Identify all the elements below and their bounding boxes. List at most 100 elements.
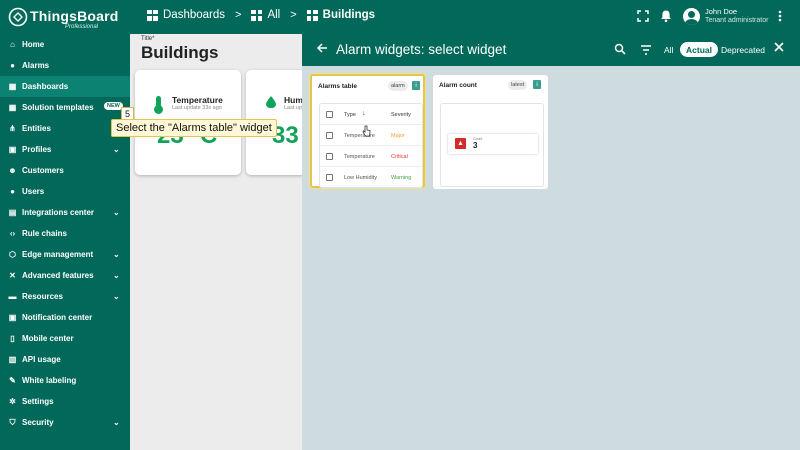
sidebar-item-label: Rule chains xyxy=(22,229,67,238)
sidebar-item-edge-management[interactable]: ⬡ Edge management ⌄ xyxy=(0,244,130,265)
breadcrumb-separator: > xyxy=(290,9,297,21)
dashboard-title[interactable]: Buildings xyxy=(141,43,218,63)
title-field-label: Title* xyxy=(141,36,155,42)
sidebar-item-mobile-center[interactable]: ▯ Mobile center xyxy=(0,328,130,349)
info-icon[interactable]: i xyxy=(533,80,541,89)
sidebar-item-label: Customers xyxy=(22,166,64,175)
filter-icon[interactable] xyxy=(640,44,652,56)
sidebar-item-profiles[interactable]: ▣ Profiles ⌄ xyxy=(0,139,130,160)
sidebar-item-home[interactable]: ⌂ Home xyxy=(0,34,130,55)
breadcrumb-item-buildings: Buildings xyxy=(306,9,376,21)
sidebar-item-label: Mobile center xyxy=(22,334,74,343)
chevron-down-icon: ⌄ xyxy=(113,145,120,154)
top-bar: ThingsBoard Professional Dashboards > Al… xyxy=(0,0,800,34)
sidebar-item-users[interactable]: ● Users xyxy=(0,181,130,202)
breadcrumb-label: All xyxy=(267,9,281,21)
search-icon[interactable] xyxy=(614,43,626,55)
more-vert-icon[interactable] xyxy=(773,9,787,23)
api-icon: ▥ xyxy=(8,355,17,364)
chevron-down-icon: ⌄ xyxy=(113,208,120,217)
sidebar-item-label: Security xyxy=(22,418,54,427)
table-row: Temperature Critical xyxy=(320,146,422,167)
sidebar-item-resources[interactable]: ▬ Resources ⌄ xyxy=(0,286,130,307)
sidebar-item-label: Home xyxy=(22,40,45,49)
alarm-count-preview: ▲ Count 3 xyxy=(440,103,544,187)
sidebar-item-settings[interactable]: ✲ Settings xyxy=(0,391,130,412)
sidebar-item-label: Advanced features xyxy=(22,271,94,280)
sidebar-item-notification-center[interactable]: ▣ Notification center xyxy=(0,307,130,328)
sidebar-item-solution-templates[interactable]: ▦ Solution templates NEW xyxy=(0,97,130,118)
widget-subtitle: Last update 33s ago xyxy=(172,105,222,111)
widget-option-title: Alarms table xyxy=(318,83,358,90)
close-icon[interactable] xyxy=(773,41,785,53)
row-checkbox xyxy=(326,132,333,139)
code-icon: ‹› xyxy=(9,229,16,238)
select-widget-panel: Alarm widgets: select widget All Actual … xyxy=(302,34,800,450)
column-header-type: Type xyxy=(344,112,356,118)
alarm-count-tile: ▲ Count 3 xyxy=(448,134,538,154)
notification-icon: ▣ xyxy=(8,313,17,322)
widget-subtitle: Last up xyxy=(284,105,303,111)
breadcrumb-item-all[interactable]: All xyxy=(251,9,280,21)
table-header-row: Type ↓ Severity xyxy=(320,104,422,125)
brand-edition: Professional xyxy=(65,24,99,30)
thingsboard-logo-icon xyxy=(8,7,28,27)
column-header-severity: Severity xyxy=(391,112,411,118)
shield-icon: ⛉ xyxy=(9,417,16,427)
sidebar-item-alarms[interactable]: ● Alarms xyxy=(0,55,130,76)
sidebar-item-label: White labeling xyxy=(22,376,77,385)
widget-title: Temperature xyxy=(172,95,223,105)
hand-pointer-cursor-icon xyxy=(362,125,371,137)
widget-title: Hum xyxy=(284,95,303,105)
alarm-type: Low Humidity xyxy=(344,175,378,181)
chevron-down-icon: ⌄ xyxy=(113,250,120,259)
water-drop-icon xyxy=(266,96,276,109)
sidebar-item-label: Settings xyxy=(22,397,54,406)
sidebar-item-white-labeling[interactable]: ✎ White labeling xyxy=(0,370,130,391)
notifications-bell-icon[interactable] xyxy=(659,9,673,23)
breadcrumb-item-dashboards[interactable]: Dashboards xyxy=(147,9,225,21)
info-icon[interactable]: i xyxy=(412,81,420,90)
sidebar-item-rule-chains[interactable]: ‹› Rule chains xyxy=(0,223,130,244)
grid-icon xyxy=(306,9,318,21)
profiles-icon: ▣ xyxy=(8,145,17,154)
brand-name: ThingsBoard xyxy=(30,8,119,24)
sidebar-item-integrations-center[interactable]: ▤ Integrations center ⌄ xyxy=(0,202,130,223)
alarm-severity: Major xyxy=(391,133,405,139)
filter-all-chip[interactable]: All xyxy=(664,45,673,55)
sidebar-item-label: Entities xyxy=(22,124,51,133)
fullscreen-icon[interactable] xyxy=(636,9,650,23)
brand-logo[interactable]: ThingsBoard Professional xyxy=(8,6,128,30)
chevron-down-icon: ⌄ xyxy=(113,292,120,301)
sidebar-item-security[interactable]: ⛉ Security ⌄ xyxy=(0,412,130,433)
user-avatar[interactable] xyxy=(683,8,700,25)
filter-deprecated-chip[interactable]: Deprecated xyxy=(721,45,765,55)
chevron-down-icon: ⌄ xyxy=(113,418,120,427)
table-row: Low Humidity Warning xyxy=(320,167,422,188)
sidebar-item-label: Profiles xyxy=(22,145,52,154)
folder-icon: ▬ xyxy=(8,292,17,301)
count-value: 3 xyxy=(473,141,478,150)
sidebar-item-dashboards[interactable]: ▦ Dashboards xyxy=(0,76,130,97)
sidebar-item-label: Solution templates xyxy=(22,103,94,112)
sidebar-item-advanced-features[interactable]: ✕ Advanced features ⌄ xyxy=(0,265,130,286)
sidebar-item-label: Alarms xyxy=(22,61,50,70)
tutorial-tooltip: Select the "Alarms table" widget xyxy=(111,119,277,137)
user-icon: ● xyxy=(10,187,15,196)
select-all-checkbox xyxy=(326,111,333,118)
dashboard-icon: ▦ xyxy=(8,82,17,91)
sidebar: ⌂ Home ● Alarms ▦ Dashboards ▦ Solution … xyxy=(0,34,130,450)
back-arrow-icon[interactable] xyxy=(316,42,328,54)
integrations-icon: ▤ xyxy=(8,208,17,217)
sidebar-item-label: Notification center xyxy=(22,313,93,322)
sidebar-item-customers[interactable]: ☻ Customers xyxy=(0,160,130,181)
widget-type-tag: latest xyxy=(508,80,528,90)
filter-actual-chip[interactable]: Actual xyxy=(680,42,718,57)
grid-icon xyxy=(251,9,263,21)
sidebar-item-label: Edge management xyxy=(22,250,94,259)
widget-option-alarm-count[interactable]: Alarm count latest i ▲ Count 3 xyxy=(433,75,548,189)
tools-icon: ✕ xyxy=(9,271,16,280)
sidebar-item-label: Resources xyxy=(22,292,63,301)
sidebar-item-api-usage[interactable]: ▥ API usage xyxy=(0,349,130,370)
breadcrumb-label: Buildings xyxy=(322,9,376,21)
